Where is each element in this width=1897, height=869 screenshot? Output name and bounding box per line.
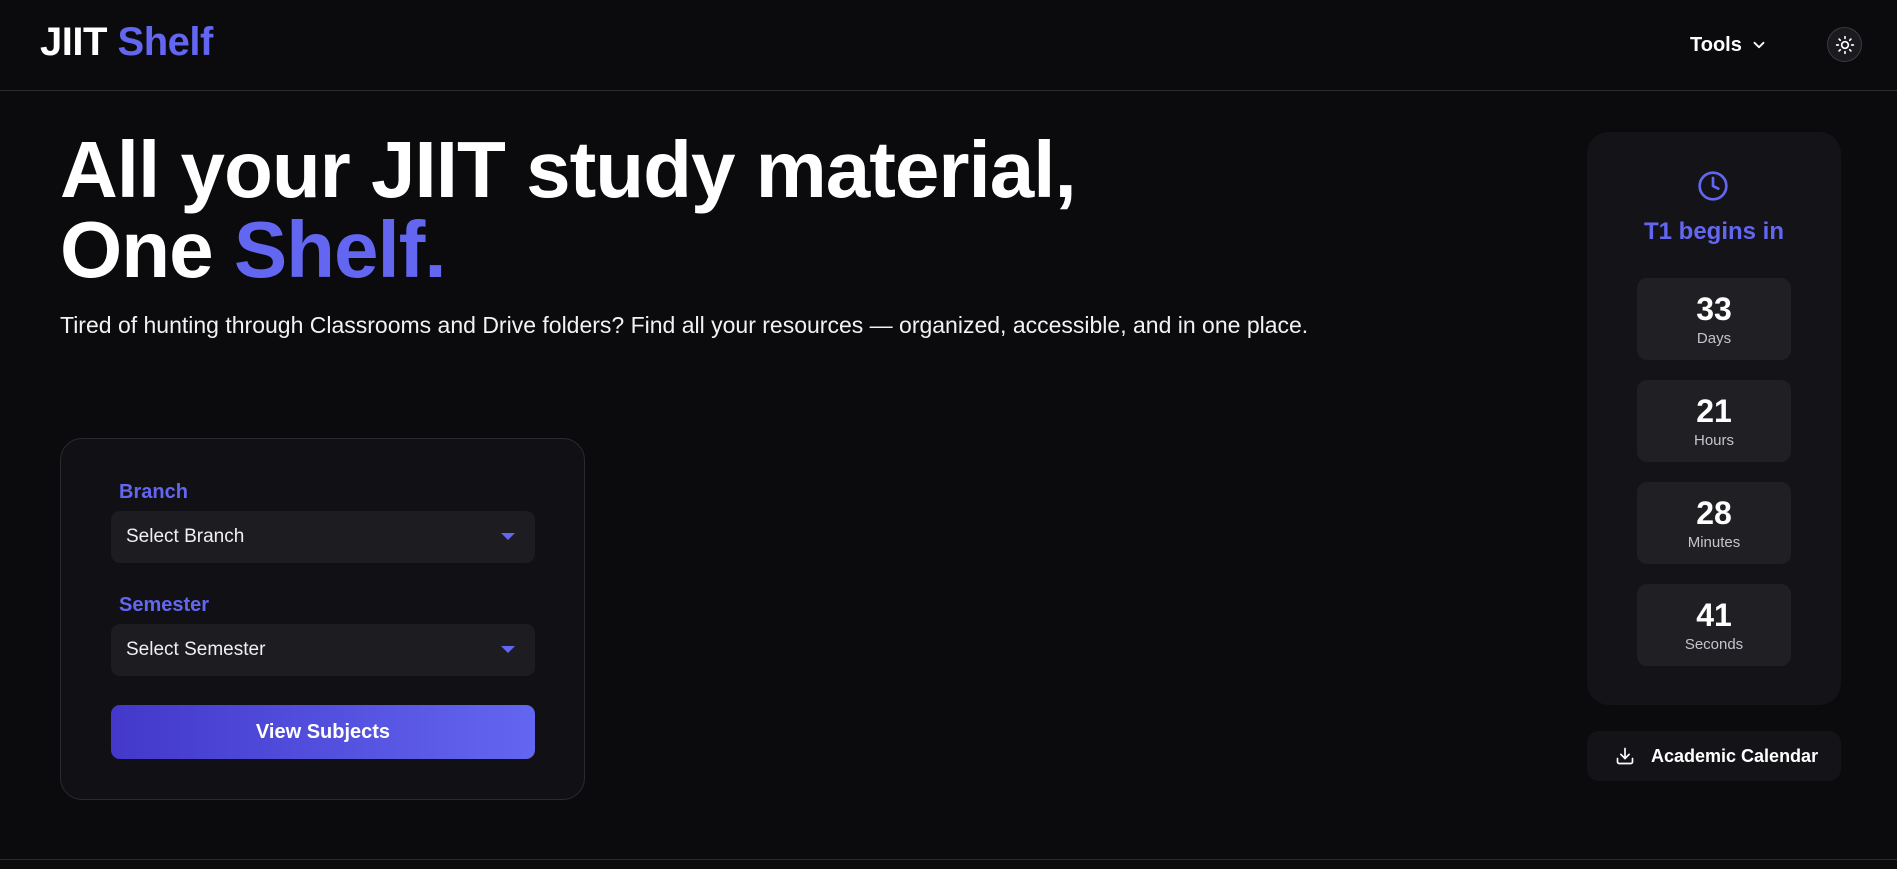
hero-title-prefix: One [60, 205, 234, 294]
hero-subtitle: Tired of hunting through Classrooms and … [60, 312, 1309, 338]
download-icon [1616, 747, 1634, 765]
theme-toggle-button[interactable] [1827, 27, 1862, 62]
minutes-label: Minutes [1687, 534, 1741, 551]
minutes-value: 28 [1696, 495, 1732, 531]
sun-icon [1835, 35, 1854, 54]
branch-select[interactable]: Select Branch [111, 511, 535, 563]
countdown-days: 33 Days [1637, 278, 1791, 360]
chevron-down-icon [1753, 41, 1765, 49]
branch-label: Branch [119, 481, 188, 503]
seconds-value: 41 [1696, 597, 1732, 633]
countdown-seconds: 41 Seconds [1637, 584, 1791, 666]
semester-label: Semester [119, 594, 210, 616]
semester-select-value: Select Semester [126, 639, 266, 660]
countdown-title: T1 begins in [1643, 218, 1784, 245]
hours-label: Hours [1693, 432, 1734, 449]
hero-title: All your JIIT study material, One Shelf. [60, 130, 1077, 290]
exam-countdown-card: T1 begins in 33 Days 21 Hours 28 Minutes… [1587, 132, 1841, 705]
tools-menu-button[interactable]: Tools [1690, 30, 1768, 60]
branch-select-value: Select Branch [126, 526, 245, 547]
logo-text-jiit: JIIT [40, 20, 107, 64]
clock-icon [1698, 171, 1728, 201]
caret-down-icon [501, 646, 515, 653]
hero-title-accent: Shelf. [233, 205, 447, 294]
countdown-minutes: 28 Minutes [1637, 482, 1791, 564]
logo-text-shelf: Shelf [117, 20, 214, 64]
footer-divider [0, 859, 1897, 860]
days-value: 33 [1696, 291, 1732, 327]
subject-selector-card: Branch Select Branch Semester Select Sem… [60, 438, 585, 800]
view-subjects-button[interactable]: View Subjects [111, 705, 535, 759]
semester-select[interactable]: Select Semester [111, 624, 535, 676]
caret-down-icon [501, 533, 515, 540]
hours-value: 21 [1696, 393, 1732, 429]
hero-title-line1: All your JIIT study material, [60, 125, 1077, 214]
countdown-hours: 21 Hours [1637, 380, 1791, 462]
academic-calendar-button[interactable]: Academic Calendar [1587, 731, 1841, 781]
tools-label: Tools [1690, 33, 1742, 56]
site-logo[interactable]: JIIT Shelf [40, 20, 213, 65]
top-header: JIIT Shelf Tools [0, 0, 1897, 91]
seconds-label: Seconds [1684, 636, 1744, 653]
academic-calendar-label: Academic Calendar [1651, 745, 1819, 766]
days-label: Days [1696, 330, 1732, 347]
